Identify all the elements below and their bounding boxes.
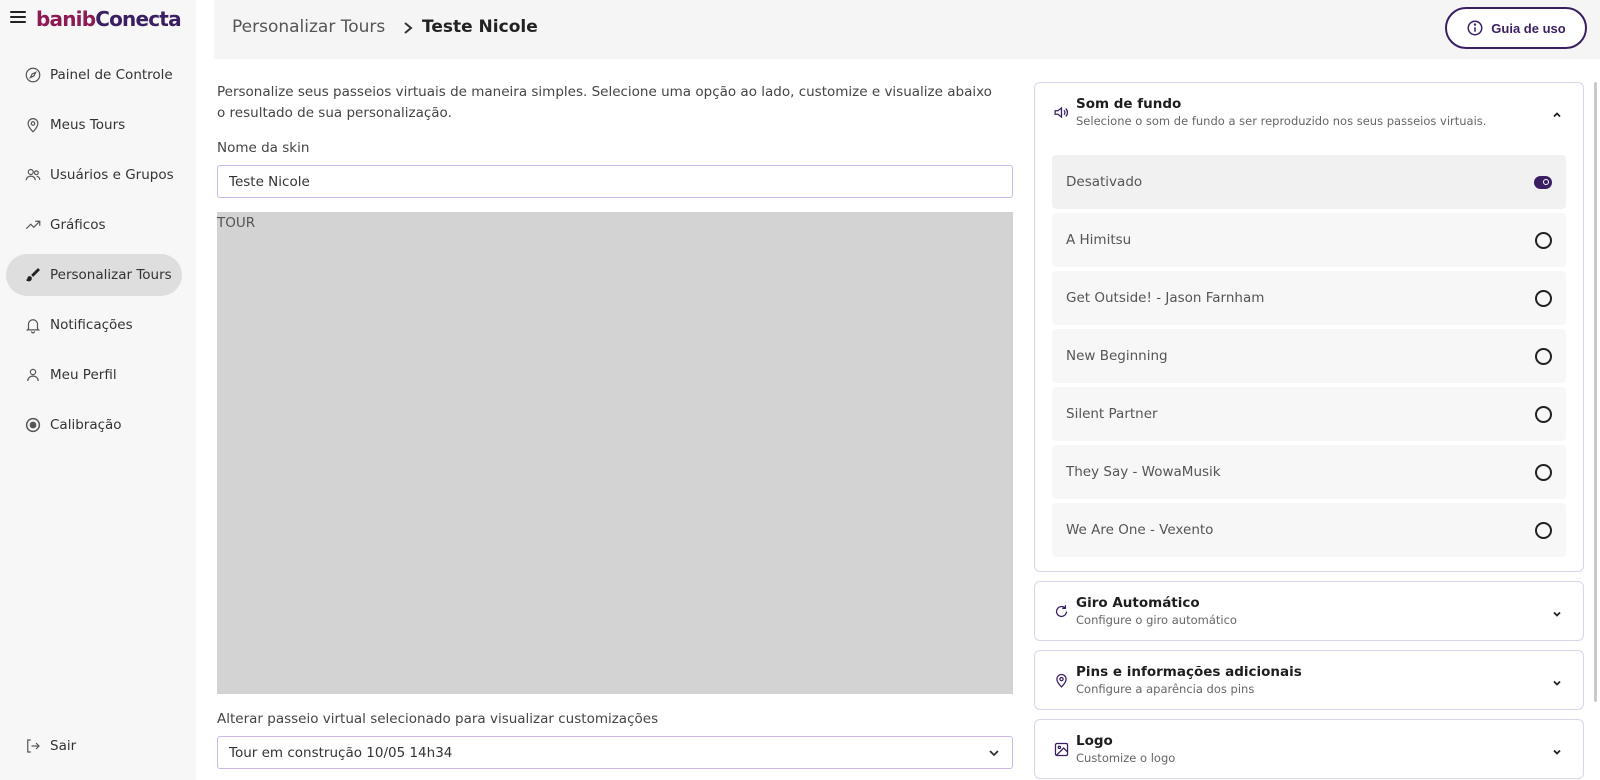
sidebar-item-graficos[interactable]: Gráficos bbox=[6, 204, 182, 246]
radio-button[interactable] bbox=[1535, 463, 1552, 481]
sound-panel-header[interactable]: Som de fundo Selecione o som de fundo a … bbox=[1035, 83, 1583, 141]
radio-button[interactable] bbox=[1535, 347, 1552, 365]
sound-option[interactable]: Silent Partner bbox=[1052, 387, 1566, 441]
logo-panel-header[interactable]: Logo Customize o logo bbox=[1035, 720, 1583, 778]
sound-option[interactable]: Get Outside! - Jason Farnham bbox=[1052, 271, 1566, 325]
tour-preview-label: TOUR bbox=[217, 215, 256, 231]
speaker-icon bbox=[1053, 104, 1070, 121]
page-header: Personalizar Tours Teste Nicole Guia de … bbox=[214, 0, 1600, 59]
rotation-panel-subtitle: Configure o giro automático bbox=[1076, 613, 1237, 627]
trending-up-icon bbox=[24, 216, 42, 234]
brand-logo[interactable]: banibConecta bbox=[36, 6, 182, 32]
tour-select-value: Tour em construção 10/05 14h34 bbox=[229, 744, 453, 761]
pins-panel[interactable]: Pins e informações adicionais Configure … bbox=[1034, 650, 1584, 710]
sidebar-item-meus-tours[interactable]: Meus Tours bbox=[6, 104, 182, 146]
sound-option[interactable]: New Beginning bbox=[1052, 329, 1566, 383]
guide-button[interactable]: Guia de uso bbox=[1445, 7, 1587, 49]
user-icon bbox=[24, 366, 42, 384]
pins-panel-subtitle: Configure a aparência dos pins bbox=[1076, 682, 1255, 696]
radio-button[interactable] bbox=[1535, 289, 1552, 307]
sound-option[interactable]: They Say - WowaMusik bbox=[1052, 445, 1566, 499]
sidebar-item-usuarios-e-grupos[interactable]: Usuários e Grupos bbox=[6, 154, 182, 196]
chevron-down-icon bbox=[1551, 743, 1563, 755]
sidebar: banibConecta Painel de Controle Meus Tou… bbox=[0, 0, 196, 780]
rotation-panel[interactable]: Giro Automático Configure o giro automát… bbox=[1034, 581, 1584, 641]
rotation-panel-title: Giro Automático bbox=[1076, 595, 1200, 611]
users-icon bbox=[24, 166, 42, 184]
info-icon bbox=[1466, 19, 1484, 37]
rotate-icon bbox=[1053, 603, 1070, 620]
sound-panel-subtitle: Selecione o som de fundo a ser reproduzi… bbox=[1076, 114, 1487, 128]
tour-select-label: Alterar passeio virtual selecionado para… bbox=[217, 711, 659, 727]
logout-icon bbox=[24, 737, 42, 755]
tour-select[interactable]: Tour em construção 10/05 14h34 bbox=[217, 736, 1013, 769]
bell-icon bbox=[24, 316, 42, 334]
pins-panel-header[interactable]: Pins e informações adicionais Configure … bbox=[1035, 651, 1583, 709]
logout-button[interactable]: Sair bbox=[6, 725, 182, 767]
intro-text: Personalize seus passeios virtuais de ma… bbox=[217, 84, 992, 121]
sidebar-item-notificacoes[interactable]: Notificações bbox=[6, 304, 182, 346]
sound-panel: Som de fundo Selecione o som de fundo a … bbox=[1034, 82, 1584, 572]
map-pin-icon bbox=[1053, 672, 1070, 689]
radio-button[interactable] bbox=[1535, 405, 1552, 423]
map-pin-icon bbox=[24, 116, 42, 134]
panel-scrollbar[interactable] bbox=[1594, 82, 1597, 702]
compass-icon bbox=[24, 66, 42, 84]
sidebar-item-meu-perfil[interactable]: Meu Perfil bbox=[6, 354, 182, 396]
logo-panel[interactable]: Logo Customize o logo bbox=[1034, 719, 1584, 779]
skin-name-input[interactable] bbox=[217, 165, 1013, 198]
chevron-up-icon bbox=[1551, 106, 1563, 118]
selected-toggle-icon[interactable] bbox=[1534, 175, 1552, 189]
sound-option[interactable]: Desativado bbox=[1052, 155, 1566, 209]
sound-panel-title: Som de fundo bbox=[1076, 96, 1182, 112]
sidebar-item-personalizar-tours[interactable]: Personalizar Tours bbox=[6, 254, 182, 296]
brush-icon bbox=[24, 266, 42, 284]
radio-button[interactable] bbox=[1535, 231, 1552, 249]
target-icon bbox=[24, 416, 42, 434]
skin-name-label: Nome da skin bbox=[217, 140, 310, 156]
breadcrumb-parent-link[interactable]: Personalizar Tours bbox=[232, 17, 385, 37]
hamburger-menu-icon[interactable] bbox=[10, 11, 26, 23]
tour-preview[interactable]: TOUR bbox=[217, 212, 1013, 694]
page-title: Teste Nicole bbox=[422, 17, 538, 37]
sound-option[interactable]: A Himitsu bbox=[1052, 213, 1566, 267]
sound-option[interactable]: We Are One - Vexento bbox=[1052, 503, 1566, 557]
logo-panel-subtitle: Customize o logo bbox=[1076, 751, 1176, 765]
radio-button[interactable] bbox=[1535, 521, 1552, 539]
chevron-down-icon bbox=[1551, 605, 1563, 617]
image-icon bbox=[1053, 741, 1070, 758]
chevron-right-icon bbox=[401, 20, 415, 36]
chevron-down-icon bbox=[1551, 674, 1563, 686]
pins-panel-title: Pins e informações adicionais bbox=[1076, 664, 1302, 680]
sidebar-item-calibracao[interactable]: Calibração bbox=[6, 404, 182, 446]
chevron-down-icon bbox=[987, 746, 1001, 760]
rotation-panel-header[interactable]: Giro Automático Configure o giro automát… bbox=[1035, 582, 1583, 640]
sidebar-item-painel-de-controle[interactable]: Painel de Controle bbox=[6, 54, 182, 96]
logo-panel-title: Logo bbox=[1076, 733, 1113, 749]
